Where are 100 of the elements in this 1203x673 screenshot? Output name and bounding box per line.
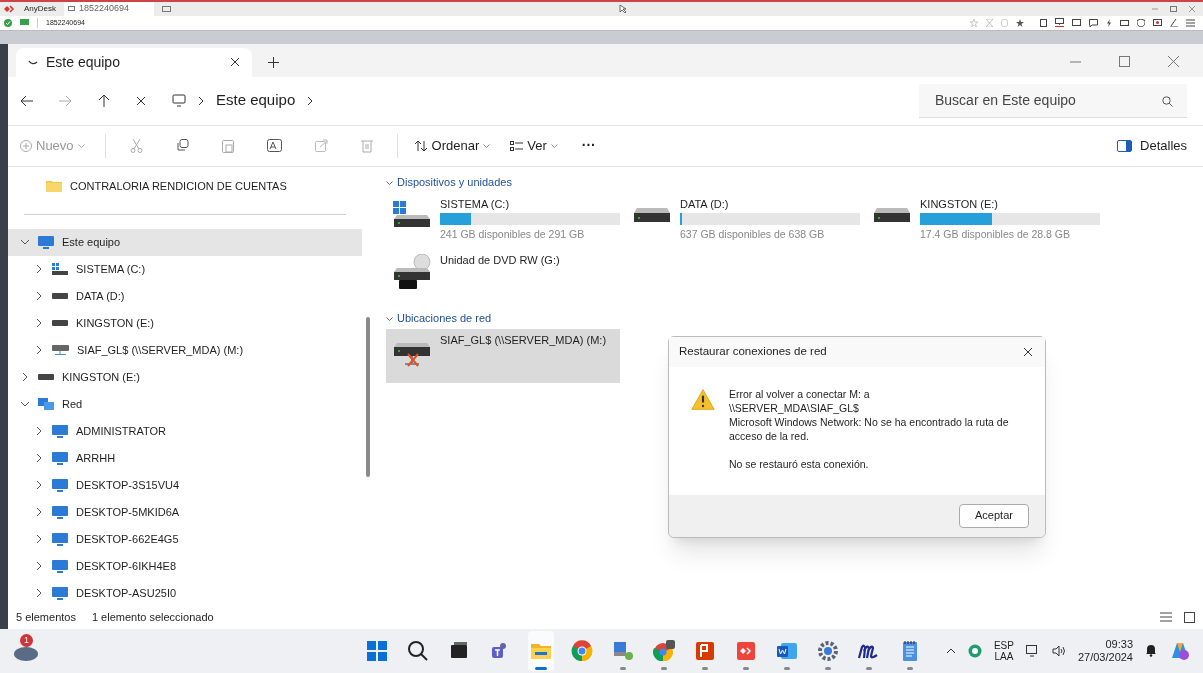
sidebar-item[interactable]: KINGSTON (E:) (8, 363, 362, 391)
copy-icon[interactable] (175, 139, 189, 153)
new-tab-icon[interactable] (268, 56, 279, 68)
chat-icon[interactable] (1089, 18, 1098, 27)
breadcrumb-item[interactable]: Este equipo (216, 89, 296, 112)
folder-icon[interactable] (528, 630, 554, 671)
chevron-right-icon[interactable] (34, 561, 44, 572)
display-icon[interactable] (1055, 18, 1064, 28)
chevron-down-icon (386, 316, 393, 321)
close-icon[interactable] (136, 95, 146, 106)
sidebar-item[interactable]: DESKTOP-662E4G5 (8, 525, 362, 553)
item-count: 5 elementos (16, 610, 76, 626)
warning-icon (691, 386, 715, 412)
sidebar-item[interactable]: DESKTOP-ASU25I0 (8, 579, 362, 607)
sidebar-item[interactable]: DESKTOP-6IKH4E8 (8, 552, 362, 580)
error-message: Error al volver a conectar M: a \\SERVER_MDA\SIAF_GL$ Microsoft Windows Network: No se ha encontrado la ruta de acceso de la red. (729, 386, 1010, 443)
drive-tile[interactable]: KINGSTON (E:) 17.4 GB disponibles de 28.8 GB (866, 192, 1100, 247)
monitor-icon (20, 19, 29, 27)
document-icon[interactable] (1040, 18, 1047, 27)
scrollbar-thumb[interactable] (366, 316, 370, 477)
sidebar-item[interactable]: ARRHH (8, 444, 362, 472)
sidebar-item[interactable]: DESKTOP-3S15VU4 (8, 471, 362, 499)
bell-icon[interactable] (1145, 644, 1157, 658)
star-icon[interactable] (1016, 18, 1024, 27)
chevron-right-icon[interactable] (307, 95, 314, 106)
chevron-right-icon[interactable] (34, 534, 44, 545)
screen-icon[interactable] (1072, 18, 1081, 27)
drive-tile[interactable]: DATA (D:) 637 GB disponibles de 638 GB (626, 192, 860, 247)
sidebar-item[interactable]: DESKTOP-5MKID6A (8, 498, 362, 526)
sidebar-item[interactable]: SISTEMA (C:) (8, 255, 362, 283)
session-tab[interactable]: 1852240694 (64, 2, 154, 16)
drive-name: Unidad de DVD RW (G:) (440, 252, 560, 267)
free-space-text: 241 GB disponibles de 291 GB (440, 226, 586, 242)
chevron-right-icon[interactable] (20, 372, 30, 383)
maximize-icon[interactable] (1170, 6, 1177, 12)
up-arrow-icon[interactable] (98, 94, 110, 108)
search-field[interactable]: Buscar en Este equipo (919, 83, 1187, 118)
star-outline-icon[interactable] (970, 18, 978, 27)
section-header[interactable]: Dispositivos y unidades (386, 174, 1203, 191)
sidebar-item[interactable]: KINGSTON (E:) (8, 309, 362, 337)
rename-icon[interactable] (266, 139, 282, 153)
lightning-icon[interactable] (1106, 18, 1112, 27)
details-view-icon[interactable] (1160, 612, 1172, 623)
view-button[interactable]: Ver (498, 136, 570, 156)
chevron-right-icon[interactable] (34, 507, 44, 518)
monitor-icon (52, 451, 68, 465)
speaker-icon[interactable] (1051, 644, 1066, 657)
close-icon[interactable] (1023, 346, 1033, 357)
monitor-icon (172, 94, 186, 108)
drive-tile[interactable]: SISTEMA (C:) 241 GB disponibles de 291 GB (386, 192, 620, 247)
chevron-right-icon[interactable] (34, 453, 44, 464)
chevron-right-icon[interactable] (34, 318, 44, 329)
cursor-icon (619, 4, 627, 14)
new-session-icon[interactable] (162, 5, 171, 13)
details-button[interactable]: Detalles (1117, 136, 1187, 156)
free-space-text: 637 GB disponibles de 638 GB (680, 226, 826, 242)
dvd-drive-icon (393, 253, 431, 290)
record-icon[interactable] (1153, 18, 1162, 27)
drive-tile[interactable]: Unidad de DVD RW (G:) (386, 248, 620, 303)
sidebar-item[interactable]: ADMINISTRATOR (8, 417, 362, 445)
menu-icon[interactable] (1186, 18, 1195, 27)
search-icon[interactable] (1162, 95, 1173, 107)
more-options-button[interactable]: ··· (569, 135, 608, 157)
clock[interactable]: 09:33 27/03/2024 (1077, 637, 1133, 664)
pen-icon[interactable] (1170, 18, 1178, 27)
sidebar-item[interactable]: Este equipo (8, 228, 362, 256)
chevron-right-icon[interactable] (34, 480, 44, 491)
close-icon[interactable] (230, 57, 240, 68)
maximize-icon[interactable] (1119, 55, 1130, 67)
chevron-right-icon[interactable] (34, 345, 44, 356)
chevron-up-icon[interactable] (945, 647, 956, 654)
back-arrow-icon[interactable] (20, 94, 33, 107)
explorer-tab[interactable]: Este equipo (16, 47, 252, 77)
tiles-view-icon[interactable] (1184, 612, 1195, 624)
sidebar-item[interactable]: DATA (D:) (8, 282, 362, 310)
accept-button[interactable]: Aceptar (959, 503, 1029, 528)
sidebar-item[interactable]: CONTRALORIA RENDICION DE CUENTAS (8, 172, 362, 200)
loading-icon (28, 59, 38, 65)
monitor-icon (38, 235, 54, 249)
chevron-right-icon[interactable] (34, 426, 44, 437)
shield-icon[interactable] (1137, 18, 1145, 27)
drive-icon (633, 207, 671, 224)
chevron-right-icon[interactable] (34, 588, 44, 599)
network-drive-icon (52, 345, 69, 356)
chevron-right-icon[interactable] (34, 264, 44, 275)
monitor-icon (52, 586, 68, 600)
tray-app-icon[interactable] (967, 643, 982, 658)
language-indicator[interactable]: ESP LAA (993, 639, 1014, 662)
monitor-icon (52, 424, 68, 438)
chevron-right-icon (198, 95, 204, 106)
clipboard-icon[interactable] (221, 138, 234, 153)
network-icon[interactable] (1025, 644, 1040, 657)
sidebar-item[interactable]: Red (8, 390, 362, 418)
chevron-right-icon[interactable] (34, 291, 44, 302)
drive-tile[interactable]: SIAF_GL$ (\\SERVER_MDA) (M:) (386, 328, 620, 383)
sort-button[interactable]: Ordenar (405, 136, 499, 156)
keyboard-icon[interactable] (1120, 19, 1129, 26)
sidebar-item[interactable]: SIAF_GL$ (\\SERVER_MDA) (M:) (8, 336, 362, 364)
section-header[interactable]: Ubicaciones de red (386, 310, 1203, 327)
list-view-icon (510, 140, 524, 151)
